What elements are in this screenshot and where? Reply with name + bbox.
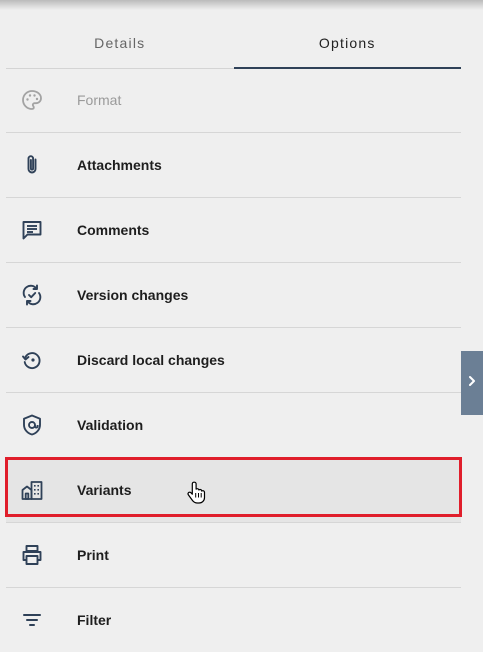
menu-item-label: Validation — [77, 417, 144, 433]
chevron-right-icon — [466, 374, 478, 392]
buildings-icon — [20, 478, 44, 502]
tab-details[interactable]: Details — [6, 18, 234, 68]
sync-check-icon — [20, 283, 44, 307]
tab-options[interactable]: Options — [233, 18, 462, 69]
menu-item-label: Attachments — [77, 157, 162, 173]
paperclip-icon — [20, 153, 44, 177]
palette-icon — [20, 88, 44, 112]
menu-item-variants[interactable]: Variants — [6, 458, 461, 523]
menu-item-label: Discard local changes — [77, 352, 225, 368]
shield-icon — [20, 413, 44, 437]
menu-item-filter[interactable]: Filter — [6, 588, 461, 652]
top-shadow — [0, 0, 483, 10]
restore-icon — [20, 348, 44, 372]
menu-item-discard-local-changes[interactable]: Discard local changes — [6, 328, 461, 393]
filter-icon — [20, 608, 44, 632]
comment-icon — [20, 218, 44, 242]
menu-item-print[interactable]: Print — [6, 523, 461, 588]
menu-item-label: Comments — [77, 222, 150, 238]
tab-bar: Details Options — [6, 18, 461, 69]
menu-item-validation[interactable]: Validation — [6, 393, 461, 458]
menu-item-comments[interactable]: Comments — [6, 198, 461, 263]
printer-icon — [20, 543, 44, 567]
menu-item-format: Format — [6, 68, 461, 133]
menu-item-label: Variants — [77, 482, 132, 498]
menu-item-label: Version changes — [77, 287, 189, 303]
menu-item-version-changes[interactable]: Version changes — [6, 263, 461, 328]
menu-item-label: Format — [77, 92, 122, 108]
menu-item-attachments[interactable]: Attachments — [6, 133, 461, 198]
menu-item-label: Print — [77, 547, 109, 563]
options-menu: Format Attachments Comments Version chan… — [6, 68, 461, 652]
menu-item-label: Filter — [77, 612, 112, 628]
side-panel-toggle[interactable] — [461, 351, 483, 415]
